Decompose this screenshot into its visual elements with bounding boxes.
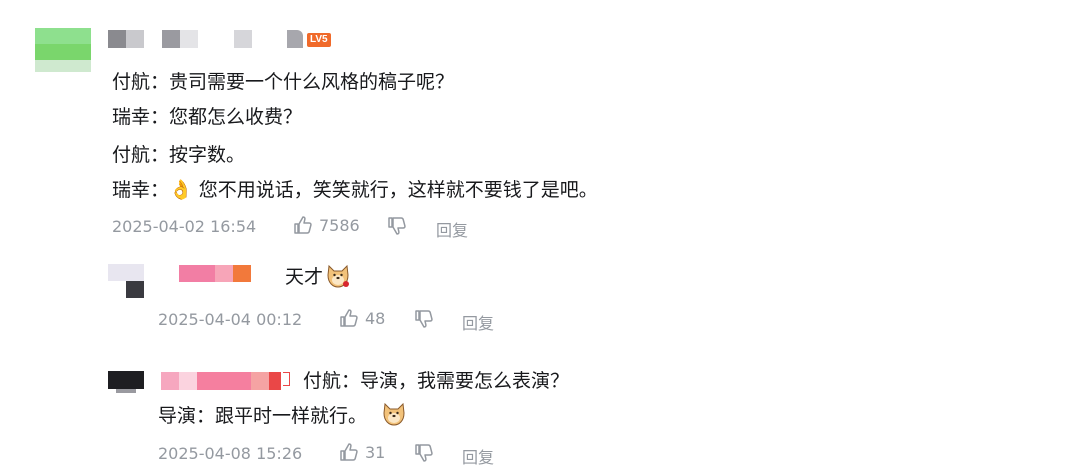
reply-line: 导演：跟平时一样就行。: [158, 405, 368, 427]
like-count: 7586: [319, 215, 360, 235]
thumbs-down-icon: [414, 309, 434, 329]
comment-line: 瑞幸：👌 您不用说话，笑笑就行，这样就不要钱了是吧。: [112, 179, 598, 201]
like-count: 48: [365, 308, 386, 328]
reply-time: 2025-04-08 15:26: [158, 444, 303, 463]
reply-text-content: 天才: [285, 266, 324, 288]
dislike-button[interactable]: [387, 216, 407, 236]
thumbs-up-icon: [339, 442, 359, 462]
like-button[interactable]: 31: [339, 442, 385, 462]
reply-text: 天才: [285, 265, 323, 289]
reply-time: 2025-04-04 00:12: [158, 310, 303, 329]
reply-button[interactable]: 回复: [436, 217, 468, 241]
dislike-button[interactable]: [414, 309, 434, 329]
reply-button[interactable]: 回复: [462, 444, 494, 468]
avatar[interactable]: [108, 264, 144, 298]
level-badge: LV5: [307, 33, 331, 47]
comment-line: 付航：按字数。: [112, 144, 246, 166]
reply-button[interactable]: 回复: [462, 310, 494, 334]
thumbs-down-icon: [414, 443, 434, 463]
thumbs-down-icon: [387, 216, 407, 236]
like-button[interactable]: 7586: [293, 215, 360, 235]
comment-line: 付航：贵司需要一个什么风格的稿子呢？: [112, 71, 455, 93]
like-count: 31: [365, 442, 386, 462]
avatar[interactable]: [108, 371, 144, 393]
doge-emoji-icon: [380, 400, 408, 428]
dislike-button[interactable]: [414, 443, 434, 463]
comment-line: 瑞幸：您都怎么收费？: [112, 106, 303, 128]
thumbs-up-icon: [293, 215, 313, 235]
avatar[interactable]: [35, 28, 91, 80]
like-button[interactable]: 48: [339, 308, 385, 328]
thumbs-up-icon: [339, 308, 359, 328]
doge-emoji-icon: [324, 262, 352, 290]
reply-line: 付航：导演，我需要怎么表演？: [303, 370, 570, 392]
comment-time: 2025-04-02 16:54: [112, 217, 257, 236]
